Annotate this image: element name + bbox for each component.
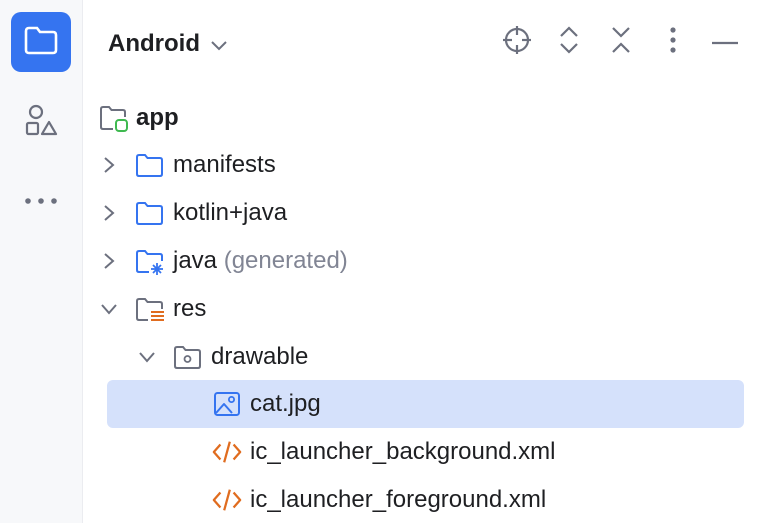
tree-node-label: drawable <box>211 343 309 370</box>
tree-node-label: cat.jpg <box>250 390 321 417</box>
tree-node-ic-launcher-background[interactable]: ic_launcher_background.xml <box>107 428 744 476</box>
resource-folder-icon <box>134 293 166 325</box>
project-panel: Android app manifests kotlin+java java (… <box>84 0 767 523</box>
view-selector[interactable]: Android <box>108 24 228 64</box>
tree-node-cat-jpg[interactable]: cat.jpg <box>107 380 744 428</box>
tree-node-manifests[interactable]: manifests <box>104 141 744 189</box>
expand-all-icon <box>557 25 581 60</box>
folder-icon <box>134 149 166 181</box>
tree-node-label: res <box>173 295 207 322</box>
chevron-down-icon[interactable] <box>97 297 121 321</box>
collapse-all-icon <box>609 25 633 60</box>
tree-node-kotlin-java[interactable]: kotlin+java <box>104 189 744 237</box>
panel-header: Android <box>84 0 767 86</box>
xml-file-icon <box>211 484 243 516</box>
collapse-all-button[interactable] <box>601 22 641 62</box>
expand-all-button[interactable] <box>549 22 589 62</box>
crosshair-icon <box>502 25 532 60</box>
tree-node-label: ic_launcher_foreground.xml <box>250 486 547 513</box>
source-folder-icon <box>134 197 166 229</box>
tree-node-drawable[interactable]: drawable <box>107 333 744 381</box>
tree-node-suffix: (generated) <box>223 247 348 274</box>
tree-node-java-generated[interactable]: java (generated) <box>104 237 744 285</box>
generated-folder-icon <box>134 245 166 277</box>
chevron-down-icon[interactable] <box>135 345 159 369</box>
xml-file-icon <box>211 436 243 468</box>
options-button[interactable] <box>653 22 693 62</box>
chevron-right-icon[interactable] <box>97 153 121 177</box>
chevron-right-icon[interactable] <box>97 201 121 225</box>
minimize-icon <box>711 33 739 51</box>
folder-icon <box>24 25 58 60</box>
more-vertical-icon <box>669 25 677 60</box>
tree-node-label: app <box>136 104 179 131</box>
chevron-right-icon[interactable] <box>97 249 121 273</box>
resource-folder-icon <box>172 341 204 373</box>
resource-manager-button[interactable] <box>11 92 71 152</box>
more-tool-windows-button[interactable] <box>11 172 71 232</box>
tree-node-label: kotlin+java <box>173 199 288 226</box>
tree-node-label: ic_launcher_background.xml <box>250 438 556 465</box>
tree-node-label: manifests <box>173 151 276 178</box>
tree-node-label: java <box>173 247 218 274</box>
project-tool-button[interactable] <box>11 12 71 72</box>
tree-node-ic-launcher-foreground[interactable]: ic_launcher_foreground.xml <box>107 476 744 524</box>
tree-node-app[interactable]: app <box>100 94 744 142</box>
tree-node-res[interactable]: res <box>101 285 744 333</box>
tree-node-label-group: java (generated) <box>173 247 348 275</box>
image-file-icon <box>211 388 243 420</box>
hide-panel-button[interactable] <box>705 22 745 62</box>
module-folder-icon <box>98 102 130 134</box>
view-title: Android <box>108 30 200 57</box>
tool-window-rail <box>0 0 83 523</box>
select-opened-file-button[interactable] <box>497 22 537 62</box>
more-horizontal-icon <box>23 193 59 211</box>
chevron-down-icon <box>210 30 228 58</box>
shapes-icon <box>23 102 59 143</box>
